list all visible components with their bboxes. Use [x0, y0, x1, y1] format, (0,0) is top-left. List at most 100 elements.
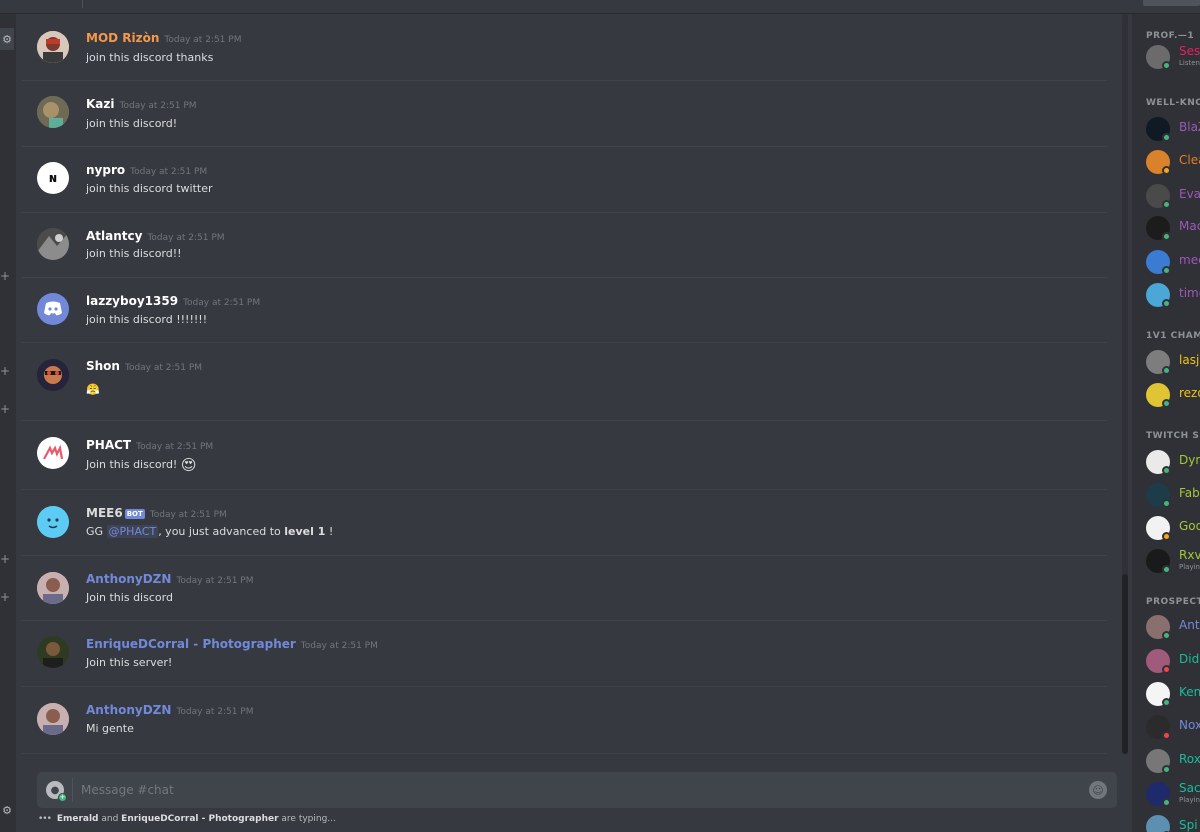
member-avatar[interactable] — [1146, 815, 1170, 832]
status-indicator-icon — [1162, 299, 1171, 308]
message-author[interactable]: PHACT Today at 2:51 PM — [86, 438, 213, 452]
member-name[interactable]: Spi — [1179, 818, 1198, 832]
gear-icon[interactable]: ⚙ — [0, 28, 14, 50]
composer-divider — [72, 778, 73, 802]
message-author[interactable]: MOD Rizòn Today at 2:51 PM — [86, 31, 241, 45]
avatar[interactable] — [37, 506, 69, 538]
member-name[interactable]: BlaZ — [1179, 120, 1200, 134]
avatar[interactable] — [37, 359, 69, 391]
avatar[interactable]: ɴ — [37, 162, 69, 194]
header-search[interactable] — [1143, 0, 1200, 6]
message-author[interactable]: Shon Today at 2:51 PM — [86, 359, 202, 373]
member-item[interactable]: BlaZ — [1146, 116, 1200, 142]
add-channel-icon[interactable]: + — [0, 365, 10, 377]
mee6-face-icon — [37, 506, 69, 538]
message-author[interactable]: Atlantcy Today at 2:51 PM — [86, 229, 225, 243]
author-name[interactable]: Atlantcy — [86, 229, 142, 243]
member-item[interactable]: Nox — [1146, 714, 1200, 740]
message-author[interactable]: AnthonyDZN Today at 2:51 PM — [86, 703, 254, 717]
add-channel-icon[interactable]: + — [0, 553, 10, 565]
author-name[interactable]: lazzyboy1359 — [86, 294, 178, 308]
message-text: join this discord! — [86, 117, 178, 130]
member-name[interactable]: God — [1179, 519, 1200, 533]
member-item[interactable]: Spi — [1146, 814, 1200, 832]
message-author[interactable]: MEE6 BOT Today at 2:51 PM — [86, 506, 227, 520]
message-input[interactable] — [81, 780, 1031, 800]
author-name[interactable]: Shon — [86, 359, 120, 373]
member-item[interactable]: Didi — [1146, 648, 1200, 674]
emoji-picker-button[interactable]: ☺ — [1089, 781, 1107, 799]
member-name[interactable]: Nox — [1179, 718, 1200, 732]
user-mention[interactable]: @PHACT — [106, 525, 159, 538]
member-group-header: WELL-KNO — [1146, 98, 1200, 108]
bot-tag: BOT — [124, 508, 145, 519]
member-name[interactable]: lasj — [1179, 353, 1199, 367]
author-name[interactable]: PHACT — [86, 438, 131, 452]
member-item[interactable]: Dyn — [1146, 449, 1200, 475]
member-item[interactable]: Evad — [1146, 183, 1200, 209]
avatar[interactable] — [37, 703, 69, 735]
author-name[interactable]: MOD Rizòn — [86, 31, 159, 45]
member-item[interactable]: Rox — [1146, 748, 1200, 774]
member-item[interactable]: Ken — [1146, 681, 1200, 707]
member-item[interactable]: SachPlayin — [1146, 781, 1200, 807]
message-text: Join this server! — [86, 656, 173, 669]
status-indicator-icon — [1162, 765, 1171, 774]
member-name[interactable]: Clea — [1179, 153, 1200, 167]
timestamp: Today at 2:51 PM — [300, 641, 378, 651]
author-name[interactable]: nypro — [86, 163, 125, 177]
member-name[interactable]: mee — [1179, 253, 1200, 267]
member-name[interactable]: Ken — [1179, 685, 1200, 699]
member-item[interactable]: lasj — [1146, 349, 1200, 375]
member-name[interactable]: Mac — [1179, 219, 1200, 233]
add-channel-icon[interactable]: + — [0, 403, 10, 415]
member-item[interactable]: Mac — [1146, 215, 1200, 241]
member-item[interactable]: God — [1146, 515, 1200, 541]
member-item[interactable]: Fabi — [1146, 482, 1200, 508]
avatar[interactable] — [37, 31, 69, 63]
upload-button[interactable]: ● + — [46, 781, 67, 802]
member-name[interactable]: rezo — [1179, 386, 1200, 400]
author-name[interactable]: AnthonyDZN — [86, 572, 171, 586]
member-name[interactable]: Didi — [1179, 652, 1200, 666]
member-item[interactable]: Clea — [1146, 149, 1200, 175]
member-name[interactable]: Dyn — [1179, 453, 1200, 467]
member-item[interactable]: mee — [1146, 249, 1200, 275]
message-author[interactable]: Kazi Today at 2:51 PM — [86, 97, 197, 111]
member-name[interactable]: Rox — [1179, 752, 1200, 766]
text-part: ! — [325, 525, 334, 538]
avatar[interactable] — [37, 572, 69, 604]
member-name[interactable]: Fabi — [1179, 486, 1200, 500]
add-channel-icon[interactable]: + — [0, 270, 10, 282]
member-item[interactable]: Ant — [1146, 614, 1200, 640]
member-name[interactable]: Ant — [1179, 618, 1200, 632]
user-settings-gear-icon[interactable]: ⚙ — [0, 799, 14, 821]
member-item[interactable]: SeseListen — [1146, 44, 1200, 70]
scrollbar-thumb[interactable] — [1122, 574, 1128, 754]
author-name[interactable]: MEE6 — [86, 506, 123, 520]
member-name[interactable]: Sese — [1179, 44, 1200, 58]
chat-area: MOD Rizòn Today at 2:51 PM join this disc… — [22, 14, 1128, 832]
avatar[interactable] — [37, 636, 69, 668]
avatar[interactable] — [37, 293, 69, 325]
author-name[interactable]: EnriqueDCorral - Photographer — [86, 637, 296, 651]
add-channel-icon[interactable]: + — [0, 591, 10, 603]
message-author[interactable]: AnthonyDZN Today at 2:51 PM — [86, 572, 254, 586]
avatar[interactable] — [37, 228, 69, 260]
member-name[interactable]: time — [1179, 286, 1200, 300]
author-name[interactable]: AnthonyDZN — [86, 703, 171, 717]
avatar[interactable] — [37, 96, 69, 128]
message-author[interactable]: EnriqueDCorral - Photographer Today at 2:… — [86, 637, 378, 651]
member-name[interactable]: Sach — [1179, 781, 1200, 795]
member-item[interactable]: RxvePlayin — [1146, 548, 1200, 574]
author-name[interactable]: Kazi — [86, 97, 115, 111]
message-scrollbar[interactable] — [1122, 14, 1128, 754]
member-name[interactable]: Evad — [1179, 187, 1200, 201]
avatar[interactable] — [37, 437, 69, 469]
heart-eyes-emoji: 😍 — [180, 456, 197, 474]
member-name[interactable]: Rxve — [1179, 548, 1200, 562]
message-author[interactable]: lazzyboy1359 Today at 2:51 PM — [86, 294, 260, 308]
member-item[interactable]: time — [1146, 282, 1200, 308]
member-item[interactable]: rezo — [1146, 382, 1200, 408]
message-author[interactable]: nypro Today at 2:51 PM — [86, 163, 207, 177]
